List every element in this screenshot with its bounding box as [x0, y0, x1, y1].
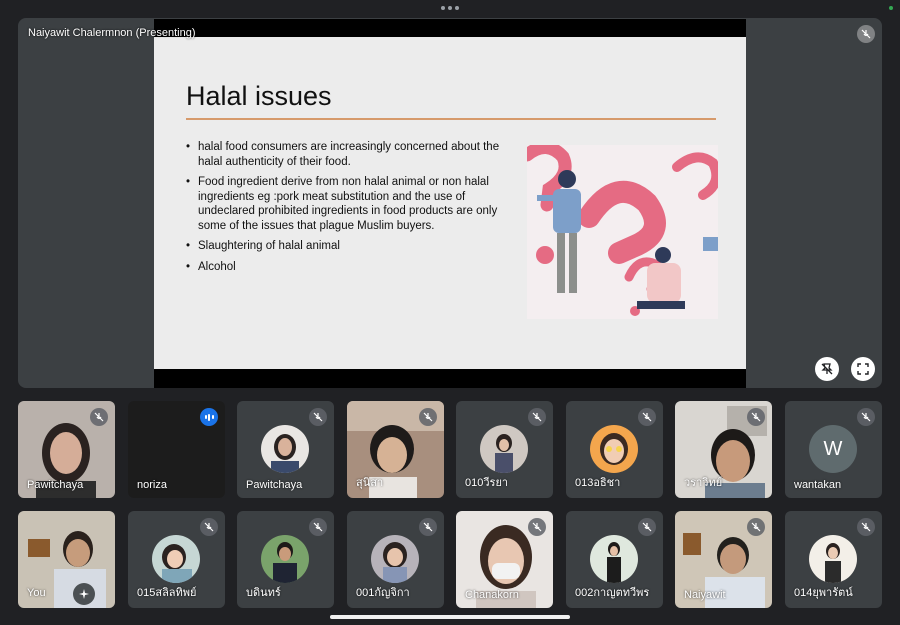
mic-off-icon: [857, 518, 875, 536]
camera-indicator-icon: [889, 6, 893, 10]
participant-name: 013อธิชา: [575, 477, 621, 489]
slide-bullet: Food ingredient derive from non halal an…: [186, 175, 506, 233]
mic-off-icon: [638, 518, 656, 536]
participant-name: Pawitchaya: [27, 479, 84, 491]
participant-avatar: [590, 535, 638, 583]
participant-tile[interactable]: 015สลิลทิพย์: [128, 511, 225, 608]
mic-off-icon: [309, 518, 327, 536]
participant-tile[interactable]: Pawitchaya: [18, 401, 115, 498]
participant-tile[interactable]: 010วีรยา: [456, 401, 553, 498]
slide-title-rule: [186, 118, 716, 120]
participant-name: wantakan: [794, 479, 842, 491]
mic-off-icon: [638, 408, 656, 426]
pin-off-button[interactable]: [815, 357, 839, 381]
participant-avatar: [480, 425, 528, 473]
sparkle-icon: [79, 589, 89, 599]
slide-bullet: Slaughtering of halal animal: [186, 239, 506, 254]
visual-effects-button[interactable]: [73, 583, 95, 605]
mic-off-icon: [857, 408, 875, 426]
mic-off-icon: [528, 408, 546, 426]
presenter-label: Naiyawit Chalermnon (Presenting): [28, 27, 196, 39]
mic-off-icon: [419, 408, 437, 426]
participant-name: 001กัญจิกา: [356, 587, 410, 599]
participant-name: 002กาญตทวีพร: [575, 587, 650, 599]
question-marks-illustration: [527, 145, 718, 319]
slide-bullet: Alcohol: [186, 260, 506, 275]
slide-bullet: halal food consumers are increasingly co…: [186, 140, 506, 169]
mic-off-icon: [90, 408, 108, 426]
participant-tile[interactable]: Naiyawit: [675, 511, 772, 608]
mic-off-icon: [528, 518, 546, 536]
participant-avatar: [261, 425, 309, 473]
participant-name: 010วีรยา: [465, 477, 509, 489]
participant-tile-self[interactable]: You: [18, 511, 115, 608]
mic-off-icon: [309, 408, 327, 426]
slide: Halal issues halal food consumers are in…: [154, 37, 746, 369]
participant-avatar: [590, 425, 638, 473]
participant-tile[interactable]: 013อธิชา: [566, 401, 663, 498]
participant-name: วราวิทย์: [684, 477, 723, 489]
participant-name: noriza: [137, 479, 167, 491]
home-indicator[interactable]: [330, 615, 570, 619]
participant-name: สุนิสา: [356, 477, 384, 489]
mic-off-icon: [747, 518, 765, 536]
participant-tile[interactable]: Pawitchaya: [237, 401, 334, 498]
participant-tile[interactable]: noriza: [128, 401, 225, 498]
shared-screen: Halal issues halal food consumers are in…: [154, 19, 746, 388]
presentation-stage: Halal issues halal food consumers are in…: [18, 18, 882, 388]
presenter-mic-off-icon: [857, 25, 875, 43]
participant-tile[interactable]: 001กัญจิกา: [347, 511, 444, 608]
participant-name: Naiyawit: [684, 589, 726, 601]
participant-tile[interactable]: 014ยุพารัตน์: [785, 511, 882, 608]
participant-tile[interactable]: Chanakorn: [456, 511, 553, 608]
participant-tile[interactable]: วราวิทย์: [675, 401, 772, 498]
participant-name: Chanakorn: [465, 589, 519, 601]
participant-name: 015สลิลทิพย์: [137, 587, 197, 599]
pin-off-icon: [821, 363, 833, 375]
slide-title: Halal issues: [186, 81, 332, 111]
participant-name: บดินทร์: [246, 587, 281, 599]
participant-tile[interactable]: สุนิสา: [347, 401, 444, 498]
participant-avatar: [809, 535, 857, 583]
participant-tile[interactable]: W wantakan: [785, 401, 882, 498]
participant-tile[interactable]: 002กาญตทวีพร: [566, 511, 663, 608]
participant-avatar: [152, 535, 200, 583]
participant-name: Pawitchaya: [246, 479, 303, 491]
participant-name: 014ยุพารัตน์: [794, 587, 853, 599]
fullscreen-button[interactable]: [851, 357, 875, 381]
participant-tile[interactable]: บดินทร์: [237, 511, 334, 608]
window-menu-dots[interactable]: [441, 6, 459, 10]
mic-off-icon: [419, 518, 437, 536]
fullscreen-icon: [857, 363, 869, 375]
participant-avatar: [371, 535, 419, 583]
participant-avatar: W: [809, 425, 857, 473]
mic-off-icon: [200, 518, 218, 536]
mic-off-icon: [747, 408, 765, 426]
slide-bullet-list: halal food consumers are increasingly co…: [186, 140, 506, 280]
participant-name: You: [27, 587, 46, 599]
speaking-indicator-icon: [200, 408, 218, 426]
participant-avatar: [261, 535, 309, 583]
